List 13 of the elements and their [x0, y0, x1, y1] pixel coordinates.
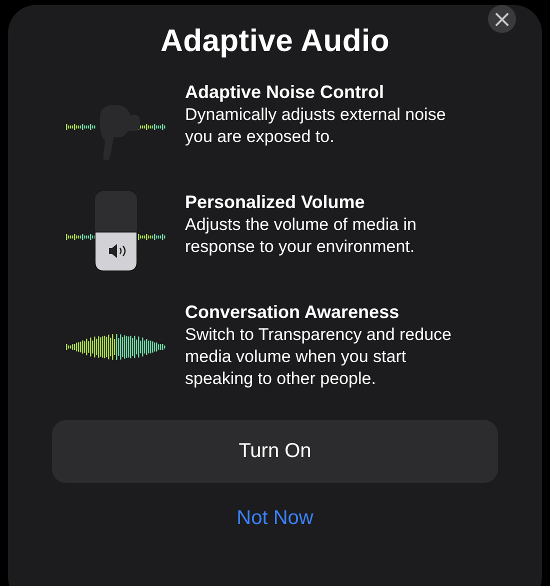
feature-description: Switch to Transparency and reduce media volume when you start speaking to other people. [185, 324, 452, 390]
not-now-link[interactable]: Not Now [236, 507, 314, 530]
feature-description: Adjusts the volume of media in response to your environment. [185, 214, 418, 258]
earbud-icon [100, 105, 140, 161]
volume-slider-icon [94, 191, 138, 272]
feature-description: Dynamically adjusts external noise you are exposed to. [185, 104, 447, 148]
feature-title: Personalized Volume [185, 191, 366, 214]
close-button[interactable]: × [488, 5, 516, 33]
turn-on-button[interactable]: Turn On [52, 420, 498, 483]
sheet-title: Adaptive Audio [160, 23, 390, 59]
feature-title: Conversation Awareness [185, 301, 400, 324]
feature-title: Adaptive Noise Control [185, 81, 386, 104]
sound-wave-icon [66, 334, 166, 360]
